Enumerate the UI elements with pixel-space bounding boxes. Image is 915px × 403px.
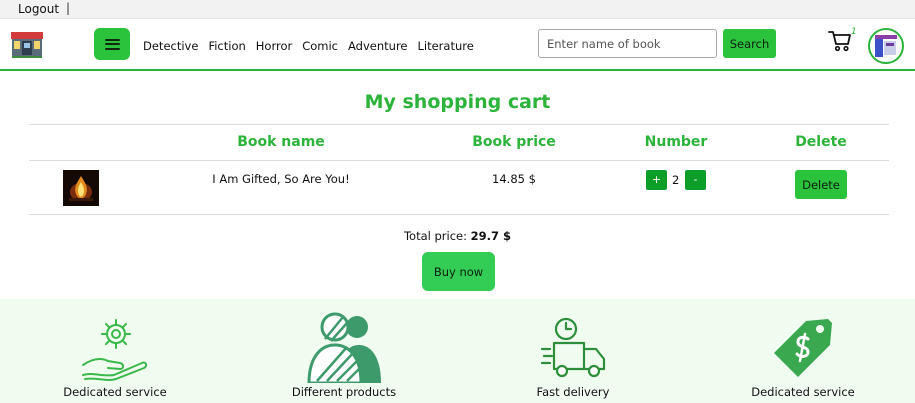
header: Detective Fiction Horror Comic Adventure…	[0, 19, 915, 71]
column-header-book-name: Book name	[237, 134, 325, 150]
book-cover-image	[63, 170, 99, 206]
total-price: Total price: 29.7 $	[0, 229, 915, 243]
category-nav: Detective Fiction Horror Comic Adventure…	[143, 39, 474, 53]
nav-item-comic[interactable]: Comic	[302, 39, 338, 53]
page-title: My shopping cart	[364, 91, 551, 113]
dollar-tag-icon	[774, 319, 832, 377]
nav-item-fiction[interactable]: Fiction	[208, 39, 245, 53]
quantity-value: 2	[672, 173, 680, 187]
features-section: Dedicated service Different products Fas…	[0, 299, 915, 403]
feature-label-fast-delivery: Fast delivery	[536, 385, 610, 399]
book-thumbnail[interactable]	[63, 170, 99, 206]
cart-count-badge: 1	[851, 27, 857, 37]
search-input[interactable]	[538, 29, 717, 58]
book-price: 14.85 $	[492, 172, 536, 186]
separator: |	[66, 1, 71, 15]
shopping-cart-icon[interactable]	[828, 30, 852, 52]
bookstore-logo-icon[interactable]	[10, 29, 44, 59]
buy-now-button[interactable]: Buy now	[422, 252, 495, 291]
menu-button[interactable]	[94, 28, 130, 60]
table-top-divider	[29, 124, 889, 125]
feature-label-dedicated-service-2: Dedicated service	[751, 385, 855, 399]
nav-item-horror[interactable]: Horror	[256, 39, 292, 53]
hamburger-menu-icon	[104, 38, 120, 50]
total-price-value: 29.7 $	[470, 229, 512, 243]
nav-item-detective[interactable]: Detective	[143, 39, 198, 53]
people-icon	[307, 312, 381, 383]
avatar[interactable]	[868, 28, 904, 64]
nav-item-adventure[interactable]: Adventure	[348, 39, 407, 53]
book-name: I Am Gifted, So Are You!	[212, 172, 350, 186]
search-button[interactable]: Search	[723, 29, 776, 58]
table-bottom-divider	[29, 214, 889, 215]
quantity-increase-button[interactable]: +	[646, 170, 667, 190]
feature-label-different-products: Different products	[291, 385, 397, 399]
gear-hand-icon	[82, 319, 148, 381]
avatar-image	[874, 35, 898, 57]
table-header-divider	[29, 160, 889, 161]
nav-item-literature[interactable]: Literature	[418, 39, 474, 53]
total-price-label: Total price:	[403, 229, 467, 243]
top-strip: Logout |	[0, 0, 915, 19]
quantity-decrease-button[interactable]: -	[685, 170, 706, 190]
delete-button[interactable]: Delete	[795, 170, 847, 199]
column-header-number: Number	[644, 134, 708, 150]
column-header-delete: Delete	[795, 134, 847, 150]
logout-link[interactable]: Logout	[18, 2, 59, 16]
column-header-book-price: Book price	[472, 134, 556, 150]
delivery-truck-icon	[540, 317, 606, 378]
feature-label-dedicated-service: Dedicated service	[63, 385, 167, 399]
